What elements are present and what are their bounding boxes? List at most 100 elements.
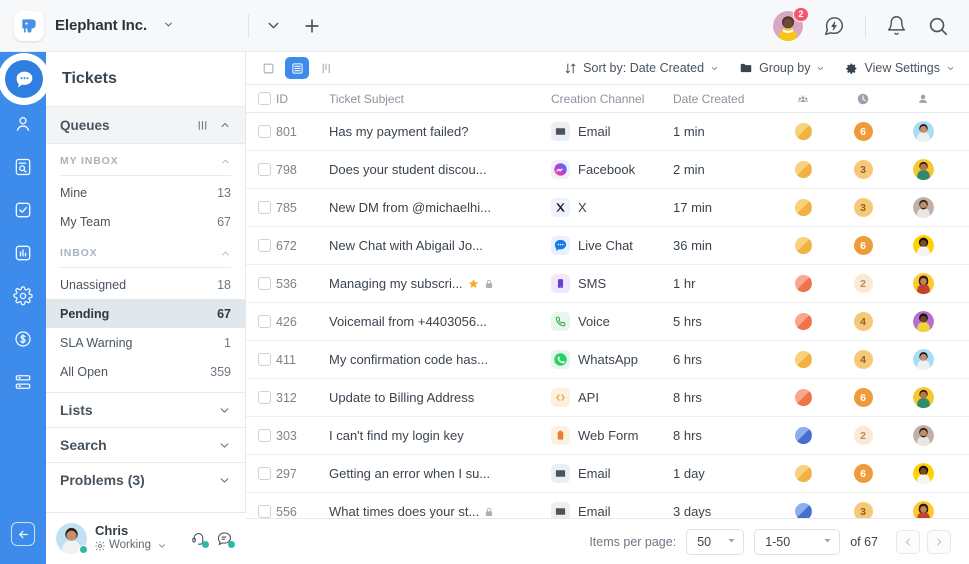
headset-icon[interactable] — [190, 530, 209, 548]
rail-item-knowledge-base[interactable] — [11, 155, 35, 179]
sla-badge[interactable]: 3 — [833, 198, 893, 217]
brand[interactable]: Elephant Inc. — [0, 10, 236, 41]
rail-item-contacts[interactable] — [11, 112, 35, 136]
page-range-select[interactable]: 1-50 — [754, 528, 841, 555]
assignee-avatar[interactable] — [893, 387, 953, 408]
priority-indicator[interactable] — [773, 237, 833, 254]
priority-indicator[interactable] — [773, 503, 833, 518]
sla-badge[interactable]: 4 — [833, 350, 893, 369]
ticket-subject[interactable]: Voicemail from +4403056... — [329, 314, 551, 329]
search-icon[interactable] — [927, 15, 949, 37]
chevron-down-icon[interactable] — [163, 19, 174, 33]
sla-badge[interactable]: 6 — [833, 122, 893, 141]
assignee-avatar[interactable] — [893, 235, 953, 256]
column-header-date[interactable]: Date Created — [673, 92, 773, 106]
prev-page-button[interactable] — [896, 529, 920, 554]
table-row[interactable]: 556 What times does your st... Email 3 days… — [246, 493, 969, 518]
chevron-down-icon[interactable] — [157, 541, 167, 551]
card-view-icon[interactable] — [256, 57, 280, 79]
table-row[interactable]: 672 New Chat with Abigail Jo... Live Chat 3… — [246, 227, 969, 265]
user-avatar[interactable]: 2 — [773, 6, 809, 41]
assignee-avatar[interactable] — [893, 463, 953, 484]
ticket-subject[interactable]: Has my payment failed? — [329, 124, 551, 139]
column-header-subject[interactable]: Ticket Subject — [329, 92, 551, 106]
column-header-channel[interactable]: Creation Channel — [551, 92, 673, 106]
priority-indicator[interactable] — [773, 199, 833, 216]
ticket-subject[interactable]: I can't find my login key — [329, 428, 551, 443]
sla-badge[interactable]: 2 — [833, 274, 893, 293]
sla-badge[interactable]: 6 — [833, 236, 893, 255]
priority-indicator[interactable] — [773, 465, 833, 482]
row-checkbox[interactable] — [246, 391, 276, 404]
ticket-subject[interactable]: New Chat with Abigail Jo... — [329, 238, 551, 253]
table-row[interactable]: 411 My confirmation code has... WhatsApp 6 … — [246, 341, 969, 379]
chevron-down-icon[interactable] — [265, 17, 282, 34]
row-checkbox[interactable] — [246, 277, 276, 290]
plus-icon[interactable] — [302, 16, 322, 36]
table-row[interactable]: 312 Update to Billing Address API 8 hrs 6 — [246, 379, 969, 417]
assignee-avatar[interactable] — [893, 311, 953, 332]
ticket-subject[interactable]: What times does your st... — [329, 504, 551, 518]
queue-item-unassigned[interactable]: Unassigned 18 — [46, 270, 245, 299]
sla-badge[interactable]: 3 — [833, 160, 893, 179]
ticket-subject[interactable]: Managing my subscri... — [329, 276, 551, 291]
sidebar-section-lists[interactable]: Lists — [46, 392, 245, 427]
priority-indicator[interactable] — [773, 351, 833, 368]
rail-item-tasks[interactable] — [11, 198, 35, 222]
columns-icon[interactable] — [196, 119, 209, 132]
rail-item-integrations[interactable] — [11, 370, 35, 394]
chevron-down-icon[interactable] — [218, 404, 231, 417]
table-row[interactable]: 426 Voicemail from +4403056... Voice 5 hrs 4 — [246, 303, 969, 341]
chevron-down-icon[interactable] — [218, 474, 231, 487]
table-row[interactable]: 798 Does your student discou... Facebook 2 … — [246, 151, 969, 189]
rail-item-settings[interactable] — [11, 284, 35, 308]
page-size-select[interactable]: 50 — [686, 528, 745, 555]
row-checkbox[interactable] — [246, 429, 276, 442]
sidebar-section-problems[interactable]: Problems (3) — [46, 462, 245, 497]
rail-item-chat[interactable] — [5, 60, 43, 98]
row-checkbox[interactable] — [246, 163, 276, 176]
clock-icon[interactable] — [833, 92, 893, 106]
collapse-sidebar-button[interactable] — [11, 522, 35, 546]
view-settings-button[interactable]: View Settings — [845, 61, 955, 75]
row-checkbox[interactable] — [246, 315, 276, 328]
queue-item-sla-warning[interactable]: SLA Warning 1 — [46, 328, 245, 357]
priority-indicator[interactable] — [773, 275, 833, 292]
assignee-avatar[interactable] — [893, 349, 953, 370]
assignee-avatar[interactable] — [893, 121, 953, 142]
queue-item-my-team[interactable]: My Team 67 — [46, 207, 245, 236]
sla-badge[interactable]: 4 — [833, 312, 893, 331]
user-status[interactable]: Working — [95, 539, 167, 552]
chevron-up-icon[interactable] — [220, 248, 231, 259]
list-view-icon[interactable] — [285, 57, 309, 79]
sla-badge[interactable]: 3 — [833, 502, 893, 518]
sla-badge[interactable]: 6 — [833, 388, 893, 407]
queue-item-pending[interactable]: Pending 67 — [46, 299, 245, 328]
select-all-checkbox[interactable] — [246, 92, 276, 105]
sla-badge[interactable]: 2 — [833, 426, 893, 445]
chat-status-icon[interactable] — [216, 530, 235, 548]
group-icon[interactable] — [773, 92, 833, 106]
group-header[interactable]: MY INBOX — [46, 144, 245, 172]
sidebar-section-search[interactable]: Search — [46, 427, 245, 462]
queue-item-all-open[interactable]: All Open 359 — [46, 357, 245, 386]
board-view-icon[interactable] — [314, 57, 338, 79]
ticket-subject[interactable]: Does your student discou... — [329, 162, 551, 177]
ticket-subject[interactable]: Update to Billing Address — [329, 390, 551, 405]
queues-section-header[interactable]: Queues — [46, 106, 245, 144]
rail-item-reports[interactable] — [11, 241, 35, 265]
table-row[interactable]: 536 Managing my subscri... SMS 1 hr 2 — [246, 265, 969, 303]
assignee-avatar[interactable] — [893, 425, 953, 446]
row-checkbox[interactable] — [246, 201, 276, 214]
chevron-up-icon[interactable] — [220, 156, 231, 167]
person-icon[interactable] — [893, 92, 953, 106]
priority-indicator[interactable] — [773, 161, 833, 178]
priority-indicator[interactable] — [773, 427, 833, 444]
table-row[interactable]: 303 I can't find my login key Web Form 8 hr… — [246, 417, 969, 455]
chevron-up-icon[interactable] — [219, 119, 231, 131]
table-row[interactable]: 297 Getting an error when I su... Email 1 d… — [246, 455, 969, 493]
sort-by-button[interactable]: Sort by: Date Created — [564, 61, 719, 75]
next-page-button[interactable] — [927, 529, 951, 554]
row-checkbox[interactable] — [246, 353, 276, 366]
assignee-avatar[interactable] — [893, 159, 953, 180]
